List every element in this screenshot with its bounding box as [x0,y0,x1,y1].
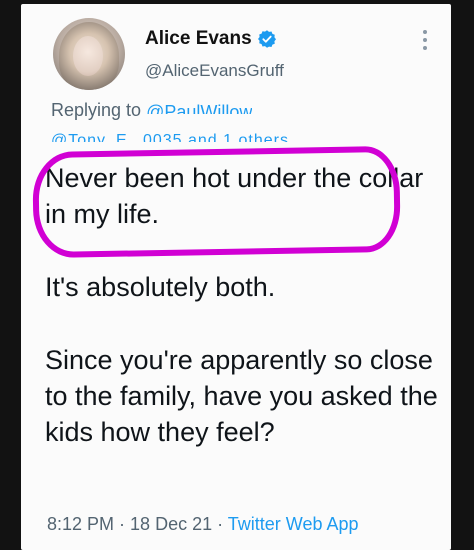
tweet-date[interactable]: 18 Dec 21 [130,514,212,534]
avatar-face [73,36,103,76]
verified-badge-icon [257,30,276,48]
avatar[interactable] [53,18,125,90]
reply-target-link[interactable]: @PaulWillow [146,102,252,114]
replying-to-line: Replying to @PaulWillow [51,100,252,121]
tweet-card: Alice Evans @AliceEvansGruff Replying to… [21,4,451,550]
replying-to-prefix: Replying to [51,100,142,120]
author-name-row[interactable]: Alice Evans [145,28,277,50]
tweet-paragraph: Since you're apparently so close to the … [45,345,438,447]
tweet-meta: 8:12 PM · 18 Dec 21 · Twitter Web App [47,514,359,535]
tweet-time[interactable]: 8:12 PM [47,514,114,534]
author-handle[interactable]: @AliceEvansGruff [145,61,284,81]
highlight-circle-annotation [32,145,401,259]
tweet-source-link[interactable]: Twitter Web App [228,514,359,534]
more-options-icon[interactable] [421,30,429,54]
meta-separator: · [212,514,228,534]
meta-separator: · [114,514,131,534]
tweet-paragraph: It's absolutely both. [45,272,276,302]
author-name[interactable]: Alice Evans [145,28,252,50]
reply-target-second-line[interactable]: @Tony_E_ 0035 and 1 others [51,132,289,142]
